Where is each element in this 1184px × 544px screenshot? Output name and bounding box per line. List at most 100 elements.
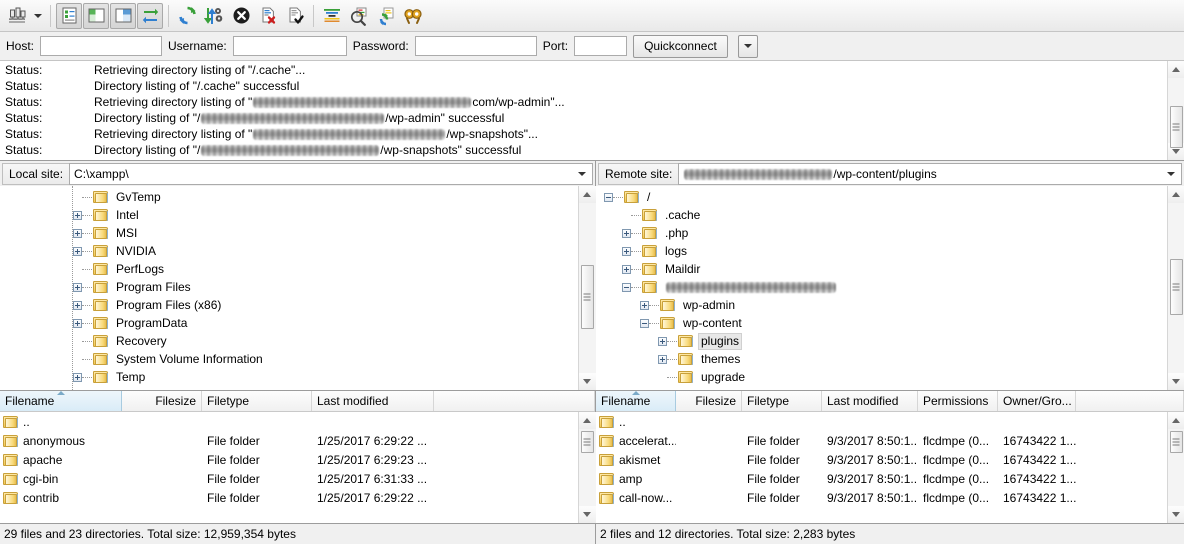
host-input[interactable] <box>40 36 162 56</box>
scroll-down-arrow-icon[interactable] <box>579 373 596 390</box>
scroll-up-arrow-icon[interactable] <box>1168 186 1184 203</box>
tree-item[interactable]: MSI <box>0 224 578 242</box>
tree-item[interactable]: PerfLogs <box>0 260 578 278</box>
tree-item[interactable]: plugins <box>596 332 1167 350</box>
remote-file-list-scrollbar[interactable] <box>1167 412 1184 523</box>
tree-expand-icon[interactable] <box>73 211 82 220</box>
file-row[interactable]: anonymousFile folder1/25/2017 6:29:22 ..… <box>0 431 578 450</box>
toggle-transfer-queue-icon[interactable] <box>137 3 163 29</box>
tree-expand-icon[interactable] <box>640 301 649 310</box>
synchronized-browsing-icon[interactable] <box>373 3 399 29</box>
local-file-list-header[interactable]: FilenameFilesizeFiletypeLast modified <box>0 391 595 412</box>
chevron-down-icon[interactable] <box>1163 172 1179 176</box>
scroll-up-arrow-icon[interactable] <box>1168 412 1184 429</box>
tree-item[interactable]: wp-admin <box>596 296 1167 314</box>
scroll-thumb[interactable] <box>581 431 594 453</box>
column-header[interactable] <box>434 391 595 411</box>
scroll-track[interactable] <box>579 203 596 373</box>
tree-expand-icon[interactable] <box>73 247 82 256</box>
process-queue-icon[interactable] <box>201 3 227 29</box>
scroll-track[interactable] <box>579 429 596 506</box>
column-header[interactable]: Permissions <box>918 391 998 411</box>
file-row[interactable]: cgi-binFile folder1/25/2017 6:31:33 ... <box>0 469 578 488</box>
column-header[interactable]: Filesize <box>676 391 742 411</box>
scroll-track[interactable] <box>1168 429 1184 506</box>
scroll-track[interactable] <box>1168 78 1184 143</box>
message-log-scrollbar[interactable] <box>1167 61 1184 160</box>
compare-directories-icon[interactable] <box>346 3 372 29</box>
scroll-thumb[interactable] <box>581 265 594 329</box>
scroll-down-arrow-icon[interactable] <box>1168 506 1184 523</box>
scroll-thumb[interactable] <box>1170 431 1183 453</box>
column-header[interactable] <box>1076 391 1184 411</box>
chevron-down-icon[interactable] <box>574 172 590 176</box>
scroll-thumb[interactable] <box>1170 259 1183 315</box>
tree-item[interactable]: logs <box>596 242 1167 260</box>
tree-item[interactable]: wp-content <box>596 314 1167 332</box>
scroll-down-arrow-icon[interactable] <box>1168 373 1184 390</box>
column-header[interactable]: Filetype <box>202 391 312 411</box>
tree-item[interactable]: .php <box>596 224 1167 242</box>
tree-item[interactable]: .cache <box>596 206 1167 224</box>
column-header[interactable]: Last modified <box>312 391 434 411</box>
site-manager-icon[interactable] <box>4 3 30 29</box>
port-input[interactable] <box>574 36 627 56</box>
tree-collapse-icon[interactable] <box>604 193 613 202</box>
tree-item[interactable]: upgrade <box>596 368 1167 386</box>
tree-item[interactable]: Recovery <box>0 332 578 350</box>
local-directory-tree[interactable]: GvTempIntelMSINVIDIAPerfLogsProgram File… <box>0 186 578 390</box>
file-row[interactable]: contribFile folder1/25/2017 6:29:22 ... <box>0 488 578 507</box>
remote-file-rows[interactable]: ..accelerat...File folder9/3/2017 8:50:1… <box>596 412 1167 523</box>
reconnect-icon[interactable] <box>282 3 308 29</box>
tree-item[interactable]: Maildir <box>596 260 1167 278</box>
scroll-up-arrow-icon[interactable] <box>1168 61 1184 78</box>
tree-item[interactable]: GvTemp <box>0 188 578 206</box>
filter-icon[interactable] <box>319 3 345 29</box>
disconnect-icon[interactable] <box>255 3 281 29</box>
toggle-message-log-icon[interactable] <box>56 3 82 29</box>
remote-site-combo[interactable]: /wp-content/plugins <box>678 163 1182 185</box>
toggle-local-tree-icon[interactable] <box>83 3 109 29</box>
refresh-icon[interactable] <box>174 3 200 29</box>
tree-item[interactable]: System Volume Information <box>0 350 578 368</box>
local-file-rows[interactable]: ..anonymousFile folder1/25/2017 6:29:22 … <box>0 412 578 523</box>
local-tree-scrollbar[interactable] <box>578 186 595 390</box>
tree-item[interactable]: Program Files <box>0 278 578 296</box>
tree-item[interactable]: / <box>596 188 1167 206</box>
message-log[interactable]: Status:Retrieving directory listing of "… <box>0 61 1167 160</box>
tree-collapse-icon[interactable] <box>622 283 631 292</box>
remote-file-list-header[interactable]: FilenameFilesizeFiletypeLast modifiedPer… <box>596 391 1184 412</box>
column-header[interactable]: Filename <box>0 391 122 411</box>
tree-item[interactable]: Program Files (x86) <box>0 296 578 314</box>
tree-item[interactable]: NVIDIA <box>0 242 578 260</box>
file-row[interactable]: accelerat...File folder9/3/2017 8:50:1..… <box>596 431 1167 450</box>
file-row[interactable]: ampFile folder9/3/2017 8:50:1...flcdmpe … <box>596 469 1167 488</box>
file-row[interactable]: call-now...File folder9/3/2017 8:50:1...… <box>596 488 1167 507</box>
scroll-up-arrow-icon[interactable] <box>579 412 596 429</box>
tree-expand-icon[interactable] <box>73 319 82 328</box>
remote-directory-tree[interactable]: /.cache.phplogsMaildir wp-adminwp-content… <box>596 186 1167 390</box>
remote-tree-scrollbar[interactable] <box>1167 186 1184 390</box>
file-row[interactable]: .. <box>596 412 1167 431</box>
file-row[interactable]: akismetFile folder9/3/2017 8:50:1...flcd… <box>596 450 1167 469</box>
column-header[interactable]: Last modified <box>822 391 918 411</box>
tree-item[interactable]: themes <box>596 350 1167 368</box>
quickconnect-button[interactable]: Quickconnect <box>633 35 728 58</box>
tree-expand-icon[interactable] <box>73 301 82 310</box>
quickconnect-history-dropdown[interactable] <box>738 35 758 58</box>
site-manager-dropdown-icon[interactable] <box>31 3 45 29</box>
scroll-down-arrow-icon[interactable] <box>579 506 596 523</box>
tree-expand-icon[interactable] <box>658 355 667 364</box>
scroll-thumb[interactable] <box>1170 106 1183 148</box>
column-header[interactable]: Owner/Gro... <box>998 391 1076 411</box>
tree-expand-icon[interactable] <box>622 229 631 238</box>
column-header[interactable]: Filesize <box>122 391 202 411</box>
tree-expand-icon[interactable] <box>622 265 631 274</box>
tree-item[interactable]: Intel <box>0 206 578 224</box>
scroll-track[interactable] <box>1168 203 1184 373</box>
username-input[interactable] <box>233 36 347 56</box>
tree-item[interactable]: ProgramData <box>0 314 578 332</box>
file-row[interactable]: .. <box>0 412 578 431</box>
toggle-remote-tree-icon[interactable] <box>110 3 136 29</box>
file-row[interactable]: apacheFile folder1/25/2017 6:29:23 ... <box>0 450 578 469</box>
